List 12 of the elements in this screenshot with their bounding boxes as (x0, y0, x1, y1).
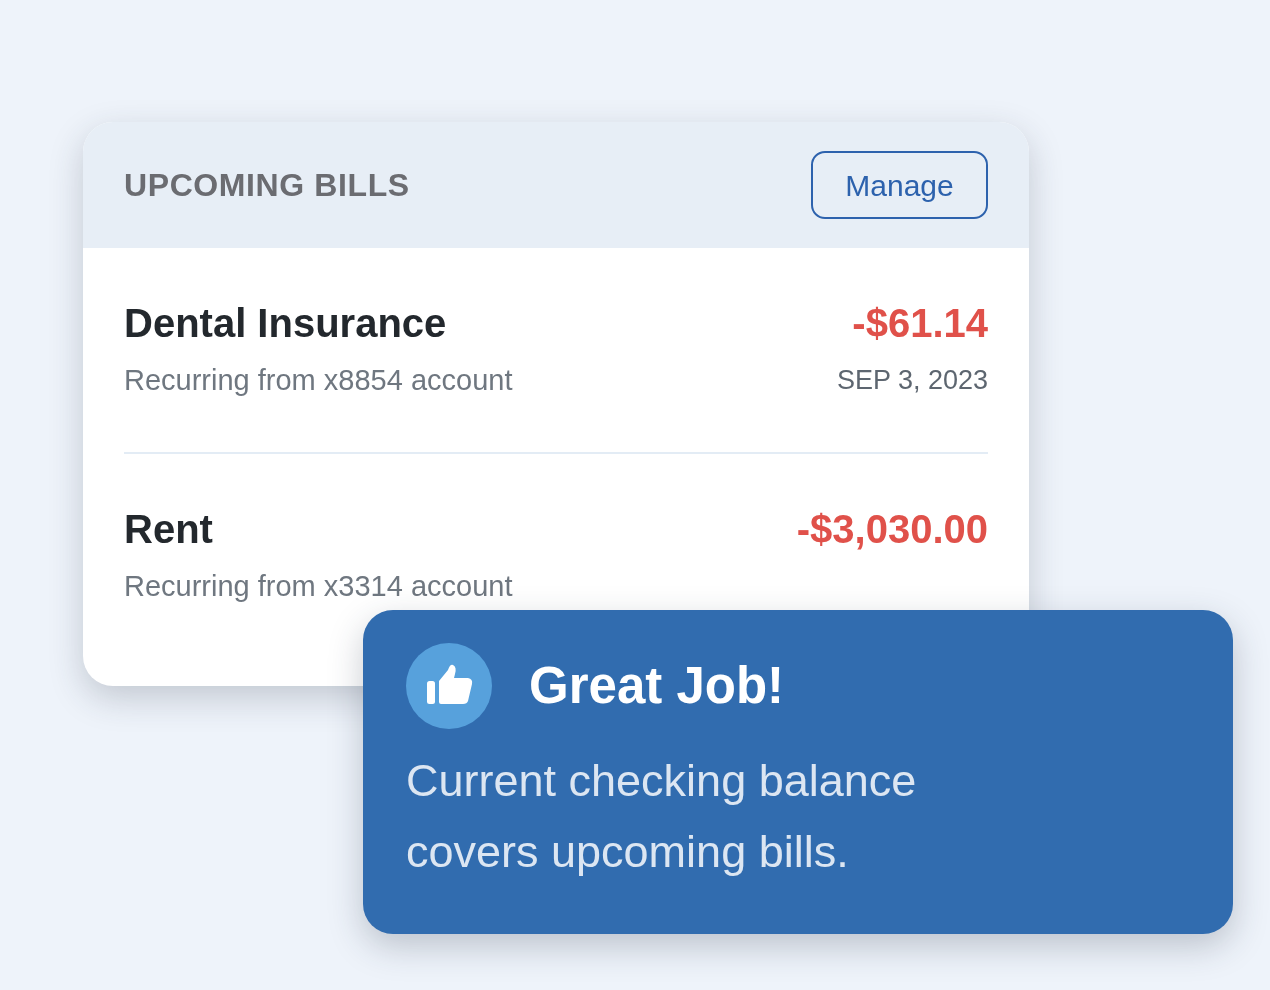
bill-date: SEP 3, 2023 (836, 364, 988, 397)
toast-message: Current checking balance covers upcoming bills. (406, 754, 918, 879)
bill-detail: Recurring from x8854 account (124, 363, 513, 398)
manage-button[interactable]: Manage (811, 151, 988, 219)
bill-detail: Recurring from x3314 account (124, 568, 513, 604)
bill-name: Dental Insurance (124, 300, 447, 347)
card-title: UPCOMING BILLS (124, 166, 410, 205)
bill-amount: -$3,030.00 (796, 505, 988, 553)
bill-amount: -$61.14 (852, 300, 988, 347)
toast-title: Great Job! (529, 655, 785, 716)
bill-name: Rent (124, 505, 213, 553)
thumbs-up-icon (406, 643, 492, 729)
